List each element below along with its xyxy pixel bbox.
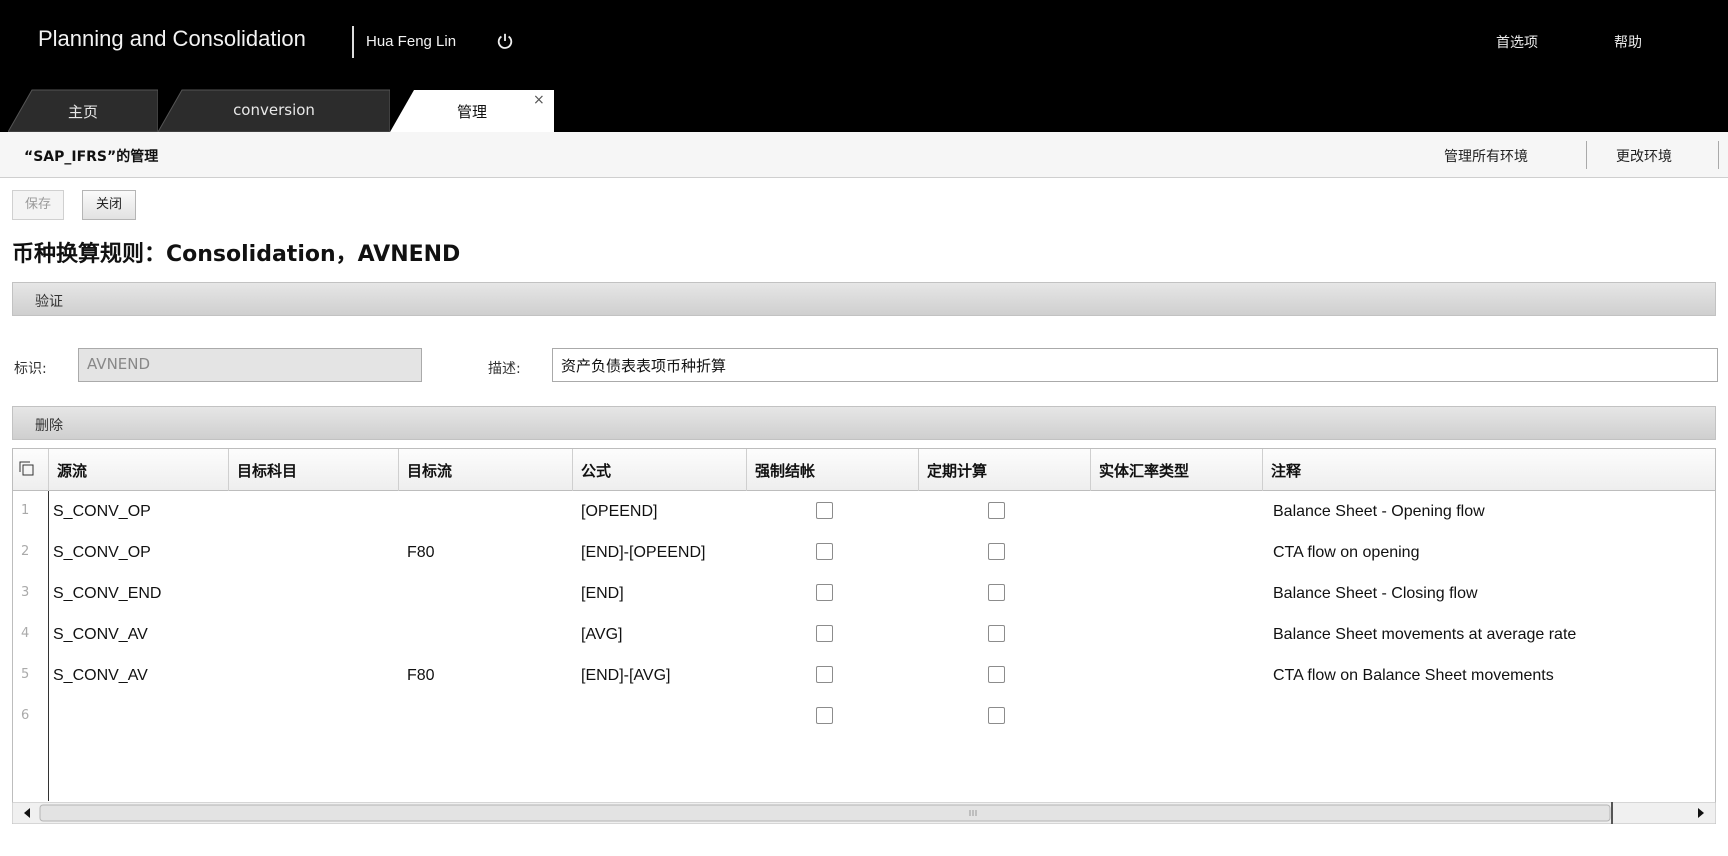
page-title: 币种换算规则：Consolidation，AVNEND: [12, 242, 461, 267]
source-flow-cell[interactable]: S_CONV_AV: [53, 626, 148, 644]
close-icon[interactable]: ×: [533, 92, 545, 108]
periodic-checkbox[interactable]: [988, 666, 1005, 683]
column-header-target-account[interactable]: 目标科目: [229, 449, 399, 491]
description-label: 描述:: [488, 361, 521, 377]
source-flow-cell[interactable]: S_CONV_END: [53, 585, 161, 603]
close-button[interactable]: 关闭: [82, 190, 136, 220]
save-button[interactable]: 保存: [12, 190, 64, 220]
delete-label: 删除: [35, 418, 63, 434]
column-header-formula[interactable]: 公式: [573, 449, 747, 491]
source-flow-cell[interactable]: S_CONV_OP: [53, 503, 151, 521]
validate-section-bar[interactable]: 验证: [12, 282, 1716, 316]
formula-cell[interactable]: [END]-[OPEEND]: [581, 544, 705, 562]
id-field[interactable]: AVNEND: [78, 348, 422, 382]
table-row[interactable]: S_CONV_END [END] Balance Sheet - Closing…: [49, 573, 1715, 614]
environment-title: “SAP_IFRS”的管理: [24, 149, 159, 165]
target-flow-cell[interactable]: F80: [407, 667, 435, 685]
formula-cell[interactable]: [OPEEND]: [581, 503, 657, 521]
source-flow-cell[interactable]: S_CONV_AV: [53, 667, 148, 685]
tab-admin[interactable]: 管理: [390, 88, 554, 132]
sub-header: “SAP_IFRS”的管理 管理所有环境 更改环境: [0, 132, 1728, 178]
periodic-checkbox[interactable]: [988, 625, 1005, 642]
tab-home[interactable]: 主页: [8, 88, 158, 132]
top-header: Planning and Consolidation Hua Feng Lin …: [0, 0, 1728, 132]
description-field[interactable]: 资产负债表表项币种折算: [552, 348, 1718, 382]
periodic-checkbox[interactable]: [988, 584, 1005, 601]
row-number: 2: [21, 544, 30, 559]
table-row[interactable]: S_CONV_OP [OPEEND] Balance Sheet - Openi…: [49, 491, 1715, 532]
target-flow-cell[interactable]: F80: [407, 544, 435, 562]
force-close-checkbox[interactable]: [816, 625, 833, 642]
comment-cell[interactable]: CTA flow on Balance Sheet movements: [1273, 667, 1554, 685]
horizontal-scrollbar[interactable]: [12, 802, 1716, 824]
help-link[interactable]: 帮助: [1614, 32, 1642, 52]
tab-admin-label: 管理: [456, 103, 487, 121]
title-separator: [352, 26, 354, 58]
row-number: 1: [21, 503, 30, 518]
comment-cell[interactable]: CTA flow on opening: [1273, 544, 1419, 562]
periodic-checkbox[interactable]: [988, 502, 1005, 519]
manage-all-environments-link[interactable]: 管理所有环境: [1444, 146, 1528, 166]
tab-home-label: 主页: [67, 103, 98, 121]
conversion-rules-table: 源流 目标科目 目标流 公式 强制结帐 定期计算 实体汇率类型 注释 1 2 3…: [12, 448, 1716, 803]
row-number: 3: [21, 585, 30, 600]
divider: [1586, 141, 1587, 169]
comment-cell[interactable]: Balance Sheet - Closing flow: [1273, 585, 1478, 603]
app-title: Planning and Consolidation: [38, 26, 306, 51]
table-row[interactable]: S_CONV_AV [AVG] Balance Sheet movements …: [49, 614, 1715, 655]
force-close-checkbox[interactable]: [816, 502, 833, 519]
formula-cell[interactable]: [END]-[AVG]: [581, 667, 671, 685]
force-close-checkbox[interactable]: [816, 543, 833, 560]
divider: [1718, 141, 1719, 169]
formula-cell[interactable]: [END]: [581, 585, 624, 603]
column-header-periodic[interactable]: 定期计算: [919, 449, 1091, 491]
column-header-source-flow[interactable]: 源流: [49, 449, 229, 491]
row-number: 4: [21, 626, 30, 641]
tab-conversion-label: conversion: [233, 101, 315, 119]
periodic-checkbox[interactable]: [988, 707, 1005, 724]
periodic-checkbox[interactable]: [988, 543, 1005, 560]
comment-cell[interactable]: Balance Sheet movements at average rate: [1273, 626, 1576, 644]
table-row[interactable]: S_CONV_AV F80 [END]-[AVG] CTA flow on Ba…: [49, 655, 1715, 696]
validate-label: 验证: [35, 294, 63, 310]
tab-conversion[interactable]: conversion: [158, 88, 390, 132]
column-header-target-flow[interactable]: 目标流: [399, 449, 573, 491]
formula-cell[interactable]: [AVG]: [581, 626, 623, 644]
force-close-checkbox[interactable]: [816, 666, 833, 683]
id-label: 标识:: [14, 361, 47, 377]
source-flow-cell[interactable]: S_CONV_OP: [53, 544, 151, 562]
row-number: 5: [21, 667, 30, 682]
scrollbar-thumb[interactable]: [39, 804, 1611, 822]
user-name: Hua Feng Lin: [366, 33, 457, 50]
row-number-column: 1 2 3 4 5 6: [13, 491, 49, 801]
table-row[interactable]: S_CONV_OP F80 [END]-[OPEEND] CTA flow on…: [49, 532, 1715, 573]
column-header-comment[interactable]: 注释: [1263, 449, 1715, 491]
select-all-icon[interactable]: [13, 449, 49, 491]
column-header-entity-rate-type[interactable]: 实体汇率类型: [1091, 449, 1263, 491]
power-icon[interactable]: [496, 32, 514, 50]
comment-cell[interactable]: Balance Sheet - Opening flow: [1273, 503, 1485, 521]
force-close-checkbox[interactable]: [816, 584, 833, 601]
row-number: 6: [21, 708, 30, 723]
table-header: 源流 目标科目 目标流 公式 强制结帐 定期计算 实体汇率类型 注释: [13, 449, 1715, 491]
column-header-force-close[interactable]: 强制结帐: [747, 449, 919, 491]
change-environment-link[interactable]: 更改环境: [1616, 146, 1672, 166]
force-close-checkbox[interactable]: [816, 707, 833, 724]
preferences-link[interactable]: 首选项: [1496, 32, 1538, 52]
table-row[interactable]: [49, 696, 1715, 737]
delete-section-bar[interactable]: 删除: [12, 406, 1716, 440]
